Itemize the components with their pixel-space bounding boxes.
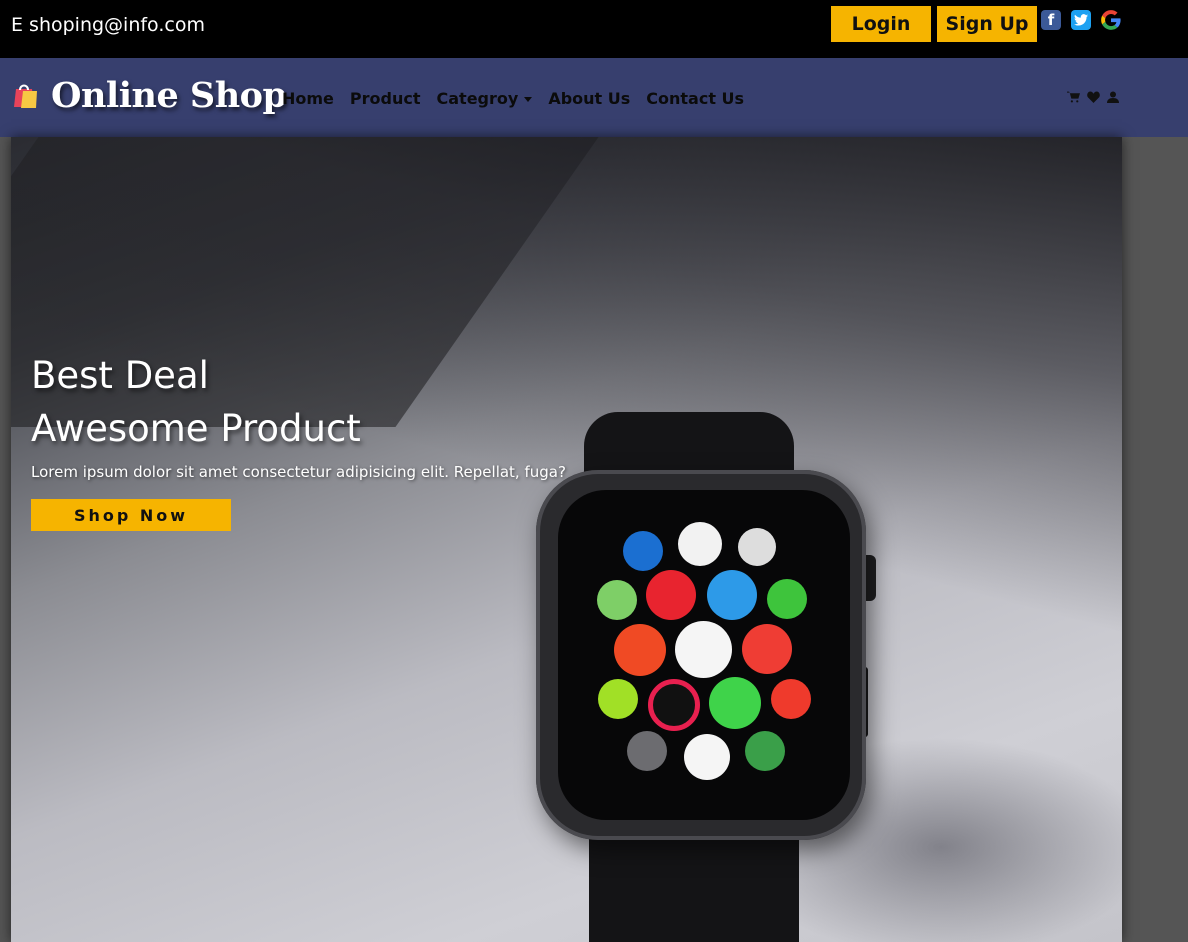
- activity-app-icon: [742, 624, 792, 674]
- signup-button[interactable]: Sign Up: [937, 6, 1037, 42]
- mail-app-icon: [707, 570, 757, 620]
- calendar-app-icon: [678, 522, 722, 566]
- brand-title[interactable]: Online Shop: [51, 75, 287, 116]
- photos-app-icon: [684, 734, 730, 780]
- stocks-app-icon: [738, 528, 776, 566]
- shop-now-button[interactable]: Shop Now: [31, 499, 231, 531]
- nav-link-category[interactable]: Categroy: [437, 89, 533, 108]
- hero-description: Lorem ipsum dolor sit amet consectetur a…: [31, 463, 566, 481]
- nav-link-contact[interactable]: Contact Us: [646, 89, 744, 108]
- login-button[interactable]: Login: [831, 6, 931, 42]
- clock-app-icon: [675, 621, 732, 678]
- nav-link-category-label: Categroy: [436, 89, 519, 108]
- messages-app-icon: [709, 677, 761, 729]
- music-app-icon: [646, 570, 696, 620]
- nav-link-about[interactable]: About Us: [548, 89, 630, 108]
- cart-icon[interactable]: [1066, 90, 1080, 104]
- weather-app-icon: [623, 531, 663, 571]
- rings-app-icon: [648, 679, 700, 731]
- globe-app-icon: [614, 624, 666, 676]
- hero-heading-line1: Best Deal: [31, 354, 209, 397]
- settings-app-icon: [627, 731, 667, 771]
- main-navbar: Online Shop Home Product Categroy About …: [0, 58, 1188, 137]
- user-icon[interactable]: [1106, 90, 1120, 104]
- hero-text: Best Deal Awesome Product Lorem ipsum do…: [31, 351, 566, 481]
- caret-down-icon: [524, 97, 533, 102]
- nav-icons: [1066, 90, 1120, 104]
- heart-icon[interactable]: [1086, 90, 1100, 104]
- google-icon[interactable]: [1101, 10, 1121, 30]
- nav-links: Home Product Categroy About Us Contact U…: [282, 89, 760, 108]
- hero-heading-line2: Awesome Product: [31, 407, 361, 450]
- twitter-icon[interactable]: [1071, 10, 1091, 30]
- facebook-icon[interactable]: f: [1041, 10, 1061, 30]
- contact-email: E shoping@info.com: [11, 14, 205, 36]
- shopping-bag-icon: [11, 80, 41, 110]
- top-bar: E shoping@info.com Login Sign Up f: [0, 0, 1188, 58]
- workout-app-icon: [598, 679, 638, 719]
- phone-app-icon: [767, 579, 807, 619]
- nav-link-home[interactable]: Home: [282, 89, 334, 108]
- maps-app-icon: [597, 580, 637, 620]
- watch-band-lower: [589, 827, 799, 942]
- passbook-app-icon: [745, 731, 785, 771]
- hero-banner: Best Deal Awesome Product Lorem ipsum do…: [11, 137, 1122, 942]
- timer-app-icon: [771, 679, 811, 719]
- nav-link-product[interactable]: Product: [350, 89, 421, 108]
